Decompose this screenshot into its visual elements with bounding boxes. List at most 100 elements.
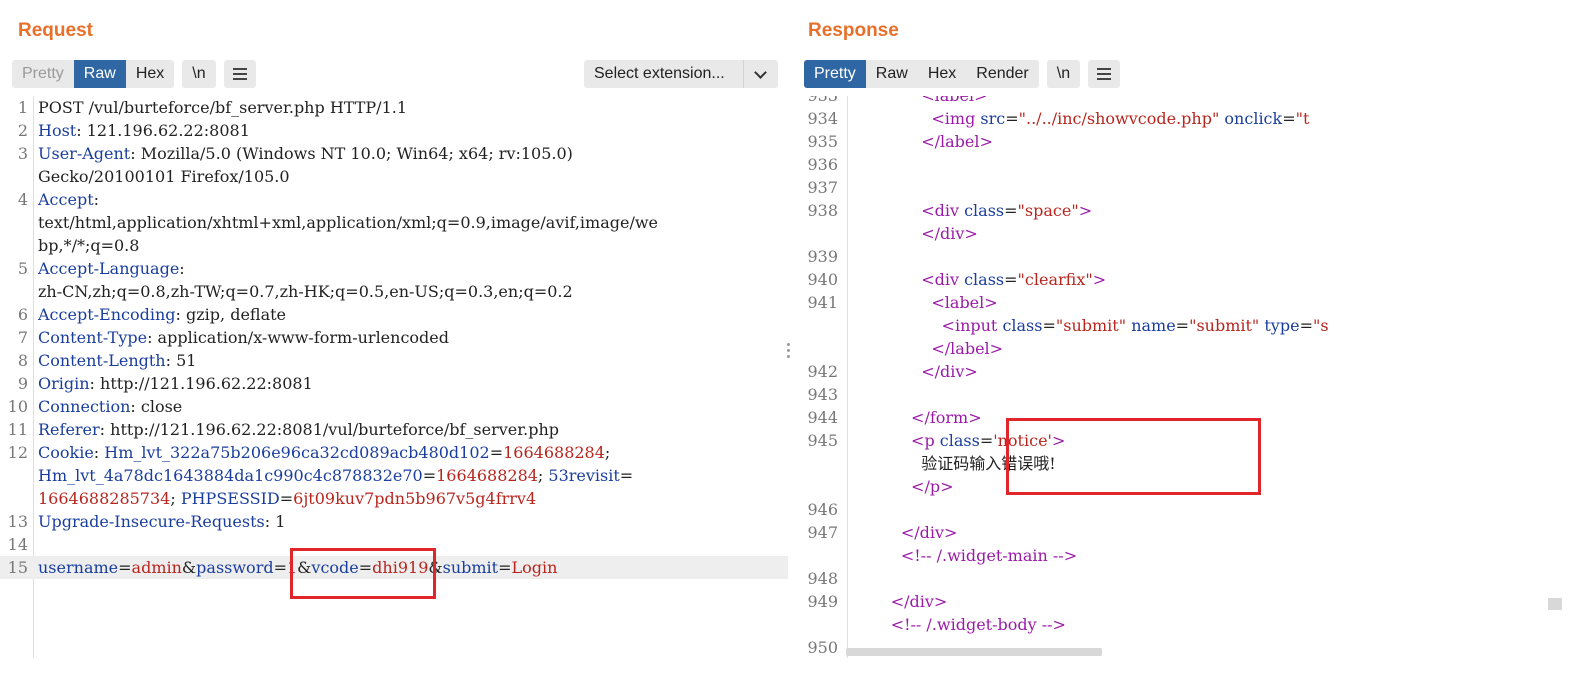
request-newline-toggle[interactable]: \n: [182, 60, 216, 88]
request-code-line[interactable]: text/html,application/xhtml+xml,applicat…: [0, 211, 788, 234]
code-token: : application/x-www-form-urlencoded: [147, 328, 449, 347]
code-token: class: [964, 201, 1005, 220]
code-token: &: [181, 558, 197, 577]
line-number: 945: [807, 431, 838, 450]
response-tab-raw[interactable]: Raw: [866, 60, 918, 88]
code-token: =: [979, 431, 994, 450]
response-menu-button[interactable]: [1088, 60, 1121, 88]
response-tab-render[interactable]: Render: [966, 60, 1038, 88]
code-token: 1664688284: [436, 466, 538, 485]
code-token: Hm_lvt_4a78dc1643884da1c990c4c878832e70: [38, 466, 423, 485]
code-token: src: [980, 109, 1006, 128]
request-code-line[interactable]: 6 Accept-Encoding: gzip, deflate: [0, 303, 788, 326]
request-code-line[interactable]: 8 Content-Length: 51: [0, 349, 788, 372]
line-number: 12: [7, 443, 28, 462]
code-token: "space": [1017, 201, 1079, 220]
response-code-line[interactable]: 943: [804, 383, 1548, 406]
request-code-line[interactable]: bp,*/*;q=0.8: [0, 234, 788, 257]
request-code-line[interactable]: zh-CN,zh;q=0.8,zh-TW;q=0.7,zh-HK;q=0.5,e…: [0, 280, 788, 303]
request-code-line[interactable]: 1 POST /vul/burteforce/bf_server.php HTTP…: [0, 96, 788, 119]
request-code-line[interactable]: 2 Host: 121.196.62.22:8081: [0, 119, 788, 142]
code-token: :: [93, 190, 100, 209]
request-code-line[interactable]: 4 Accept:: [0, 188, 788, 211]
line-text: Accept:: [38, 188, 99, 211]
code-token: <img: [850, 109, 981, 128]
request-code-line[interactable]: 13 Upgrade-Insecure-Requests: 1: [0, 510, 788, 533]
line-number: 937: [807, 178, 838, 197]
response-code-line[interactable]: 949 </div>: [804, 590, 1548, 613]
select-extension-label: Select extension...: [594, 65, 725, 82]
code-token: 1664688285734: [38, 489, 171, 508]
response-horizontal-scrollbar[interactable]: [846, 648, 1102, 656]
menu-icon-bar: [232, 68, 247, 70]
response-code-line[interactable]: 934 <img src="../../inc/showvcode.php" o…: [804, 107, 1548, 130]
response-code-line[interactable]: 933 <label>: [804, 96, 1548, 107]
line-text: Origin: http://121.196.62.22:8081: [38, 372, 313, 395]
select-extension-dropdown[interactable]: Select extension...: [584, 60, 778, 88]
code-token: "../../inc/showvcode.php": [1018, 109, 1220, 128]
line-number: 949: [807, 592, 838, 611]
line-number: 15: [7, 558, 28, 577]
response-code-line[interactable]: </label>: [804, 337, 1548, 360]
request-code-line[interactable]: Gecko/20100101 Firefox/105.0: [0, 165, 788, 188]
request-tab-raw[interactable]: Raw: [73, 60, 126, 88]
code-token: </label>: [850, 132, 993, 151]
request-code-line[interactable]: 11 Referer: http://121.196.62.22:8081/vul…: [0, 418, 788, 441]
request-toolbar: Pretty Raw Hex \n: [12, 60, 256, 88]
line-number: 942: [807, 362, 838, 381]
response-code-line[interactable]: 941 <label>: [804, 291, 1548, 314]
code-token: class: [964, 270, 1005, 289]
response-code-line[interactable]: 942 </div>: [804, 360, 1548, 383]
response-code-line[interactable]: 937: [804, 176, 1548, 199]
line-text: </form>: [850, 406, 982, 429]
response-editor[interactable]: 933 <label>934 <img src="../../inc/showv…: [804, 96, 1548, 658]
response-code-line[interactable]: <!-- /.widget-body -->: [804, 613, 1548, 636]
code-token: username: [38, 558, 119, 577]
request-code-line[interactable]: 9 Origin: http://121.196.62.22:8081: [0, 372, 788, 395]
pane-splitter-handle[interactable]: [787, 340, 791, 361]
response-code-line[interactable]: <input class="submit" name="submit" type…: [804, 314, 1548, 337]
code-token: class: [939, 431, 980, 450]
response-tab-pretty[interactable]: Pretty: [804, 60, 866, 88]
response-tab-hex[interactable]: Hex: [918, 60, 966, 88]
code-token: POST /vul/burteforce/bf_server.php HTTP/…: [38, 98, 408, 117]
code-token: Referer: [38, 420, 100, 439]
request-code-line[interactable]: 5 Accept-Language:: [0, 257, 788, 280]
request-code-line[interactable]: 3 User-Agent: Mozilla/5.0 (Windows NT 10.…: [0, 142, 788, 165]
line-number: 947: [807, 523, 838, 542]
line-text: </div>: [850, 521, 958, 544]
code-token: =: [489, 443, 504, 462]
response-code-line[interactable]: 948: [804, 567, 1548, 590]
response-code-line[interactable]: 935 </label>: [804, 130, 1548, 153]
response-code-line[interactable]: </div>: [804, 222, 1548, 245]
notice-highlight-box: [1006, 418, 1261, 495]
response-code-line[interactable]: 936: [804, 153, 1548, 176]
response-vertical-scrollbar[interactable]: [1548, 598, 1562, 610]
line-number: 940: [807, 270, 838, 289]
response-code-line[interactable]: <!-- /.widget-main -->: [804, 544, 1548, 567]
request-code-line[interactable]: Hm_lvt_4a78dc1643884da1c990c4c878832e70=…: [0, 464, 788, 487]
request-code-line[interactable]: 7 Content-Type: application/x-www-form-ur…: [0, 326, 788, 349]
response-code-line[interactable]: 939: [804, 245, 1548, 268]
code-token: =: [1005, 109, 1019, 128]
request-code-line[interactable]: 10 Connection: close: [0, 395, 788, 418]
request-tab-hex[interactable]: Hex: [126, 60, 174, 88]
code-token: text/html,application/xhtml+xml,applicat…: [38, 213, 659, 232]
request-menu-button[interactable]: [223, 60, 256, 88]
code-token: zh-CN,zh;q=0.8,zh-TW;q=0.7,zh-HK;q=0.5,e…: [38, 282, 573, 301]
code-token: Host: [38, 121, 77, 140]
request-code-line[interactable]: 12 Cookie: Hm_lvt_322a75b206e96ca32cd089a…: [0, 441, 788, 464]
request-panel: Request Pretty Raw Hex \n Select extensi…: [0, 0, 796, 686]
response-newline-toggle[interactable]: \n: [1046, 60, 1081, 88]
request-tab-pretty[interactable]: Pretty: [12, 60, 74, 88]
line-text: Gecko/20100101 Firefox/105.0: [38, 165, 290, 188]
response-code-line[interactable]: 946: [804, 498, 1548, 521]
request-code-line[interactable]: 1664688285734; PHPSESSID=6jt09kuv7pdn5b9…: [0, 487, 788, 510]
code-token: =: [273, 558, 287, 577]
response-code-line[interactable]: 940 <div class="clearfix">: [804, 268, 1548, 291]
response-code-line[interactable]: 947 </div>: [804, 521, 1548, 544]
code-token: 6jt09kuv7pdn5b967v5g4frrv4: [293, 489, 537, 508]
line-text: Upgrade-Insecure-Requests: 1: [38, 510, 285, 533]
line-number: 933: [804, 96, 838, 107]
response-code-line[interactable]: 938 <div class="space">: [804, 199, 1548, 222]
